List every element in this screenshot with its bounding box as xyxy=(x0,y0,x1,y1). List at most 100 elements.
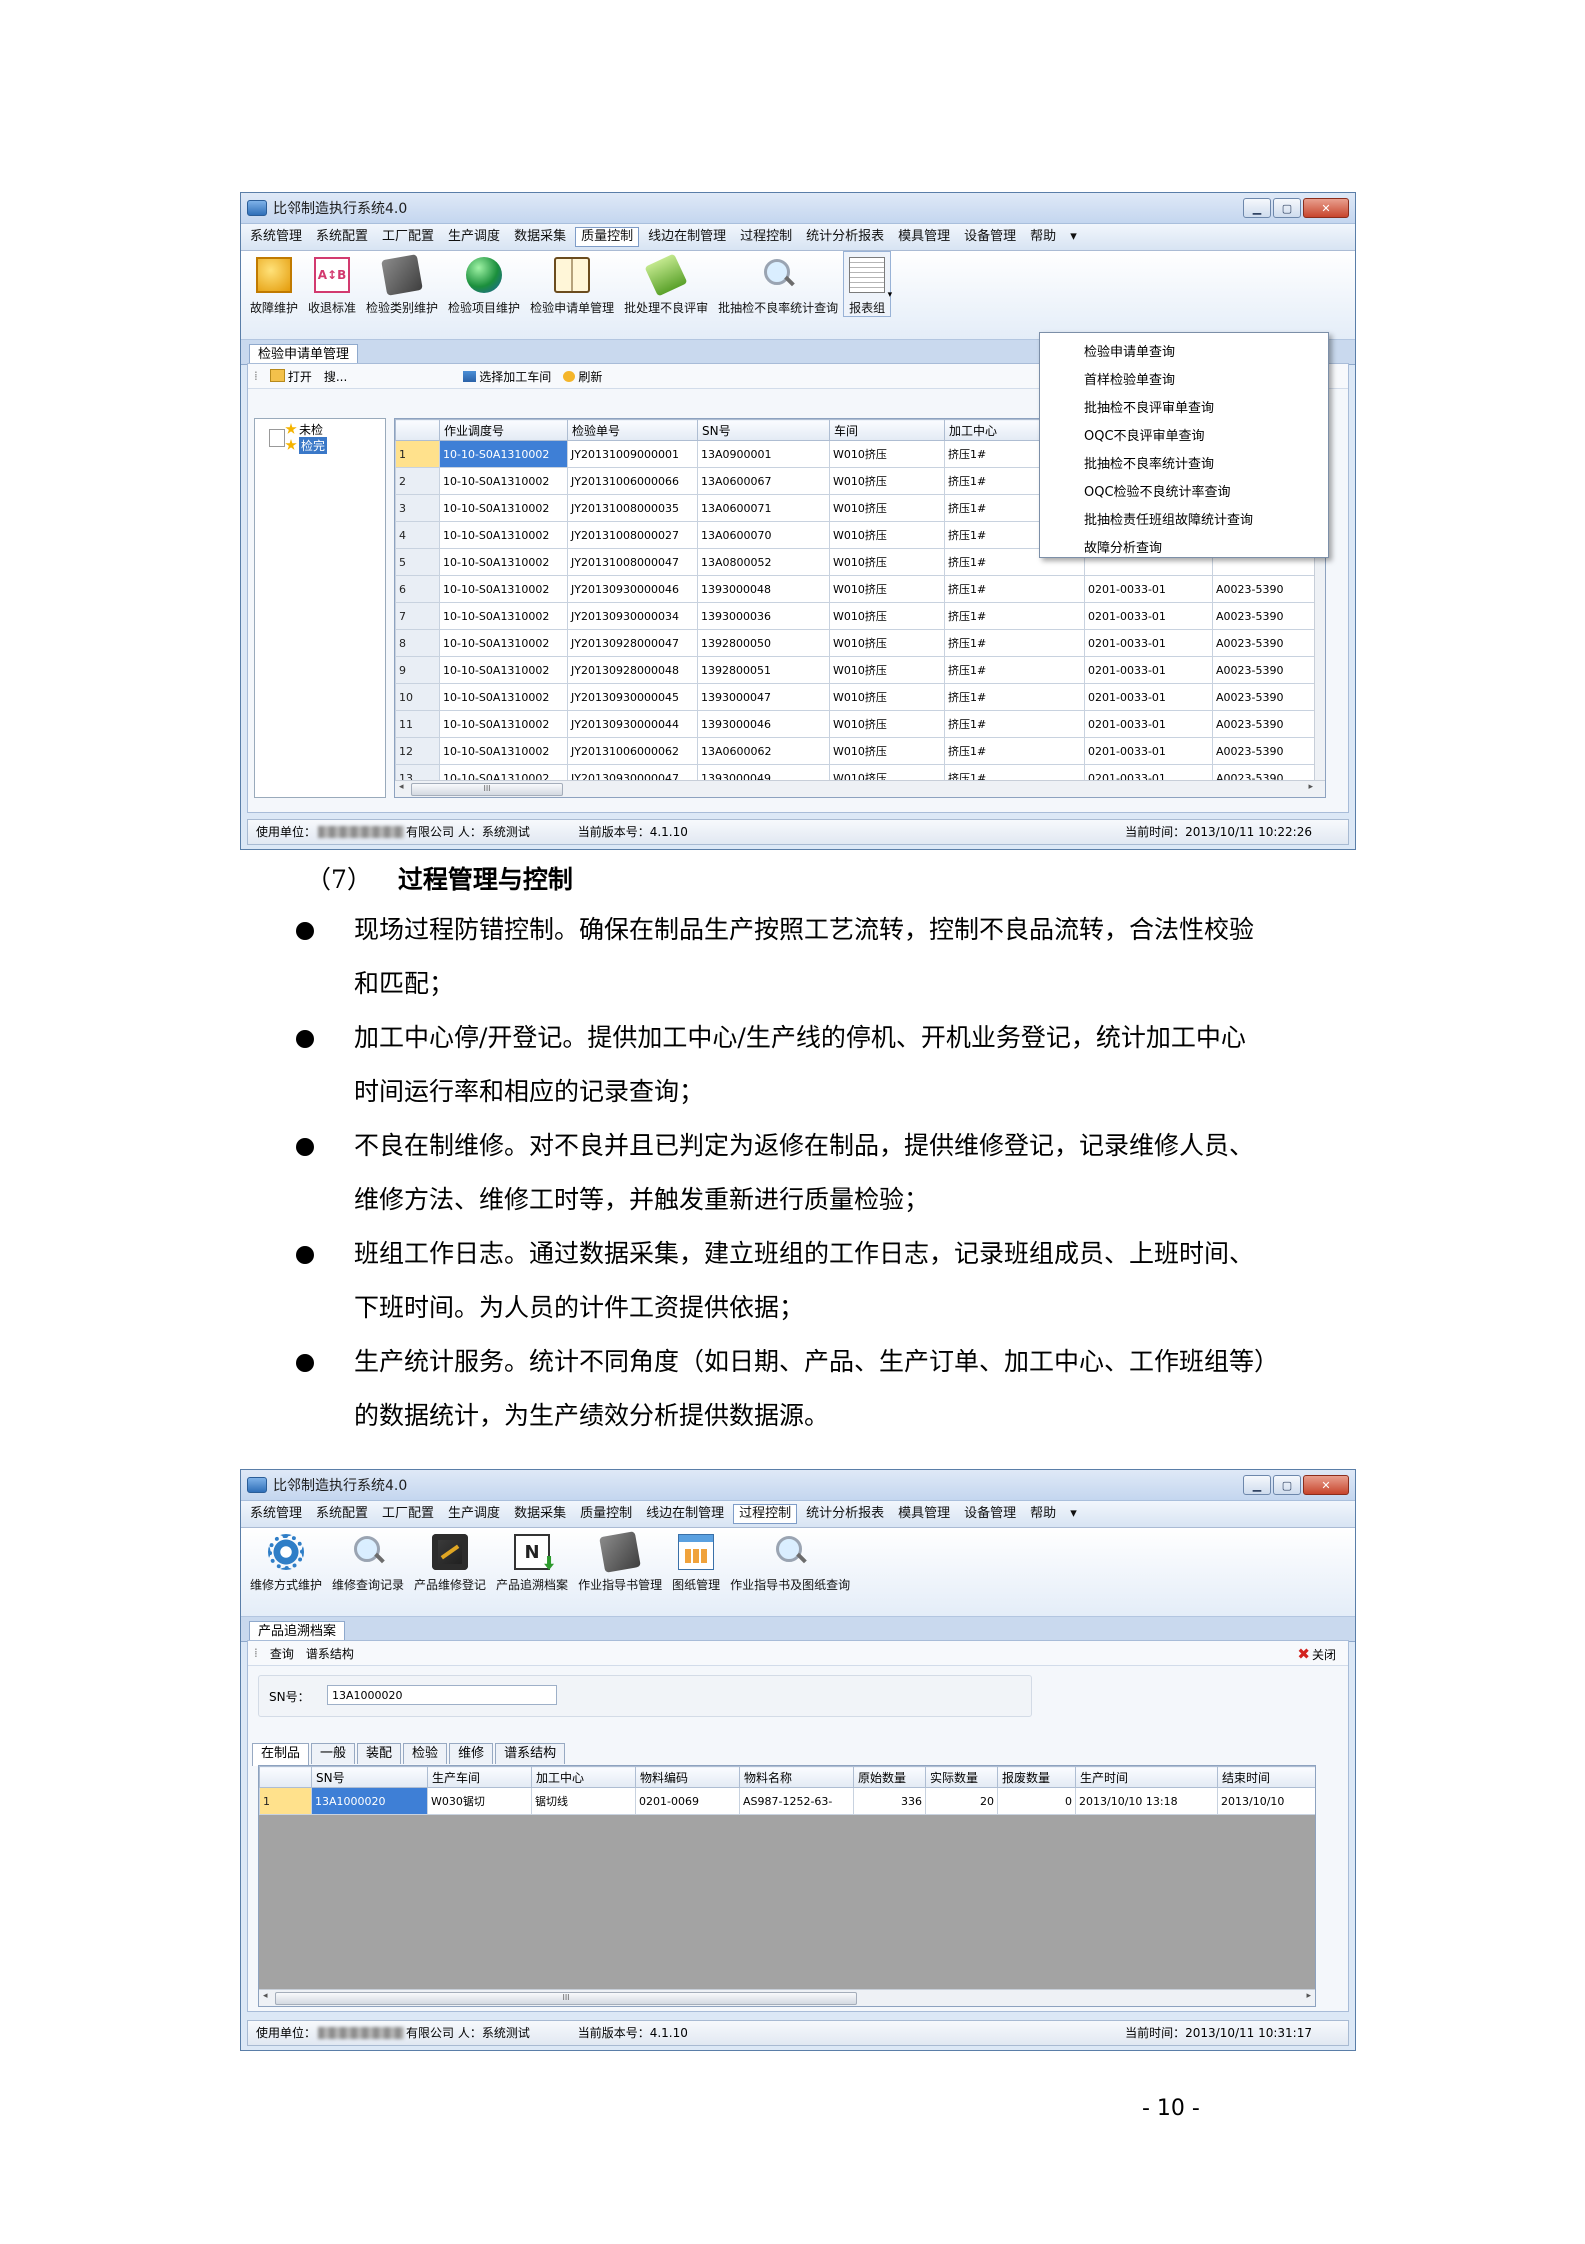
menu-item-5[interactable]: 质量控制 xyxy=(575,227,640,247)
toolbar-button-5[interactable]: 图纸管理 xyxy=(667,1528,725,1593)
close-window-button[interactable]: ✕ xyxy=(1303,198,1349,218)
column-header[interactable]: SN号 xyxy=(311,1766,428,1788)
menu-item-8[interactable]: 统计分析报表 xyxy=(801,227,889,247)
table-row[interactable]: 1 13A1000020 W030锯切 锯切线 0201-0069 AS987-1252-… xyxy=(259,1787,1315,1815)
column-header[interactable]: 实际数量 xyxy=(925,1766,998,1788)
refresh-button[interactable]: 刷新 xyxy=(563,368,602,385)
column-header[interactable]: 检验单号 xyxy=(567,419,698,441)
table-row[interactable]: 8 10-10-S0A1310002 JY20130928000047 1392800… xyxy=(395,629,1316,657)
menu-item-12[interactable]: ▾ xyxy=(1065,1504,1082,1524)
table-row[interactable]: 12 10-10-S0A1310002 JY20131006000062 13A060… xyxy=(395,737,1316,765)
table-row[interactable]: 11 10-10-S0A1310002 JY20130930000044 139300… xyxy=(395,710,1316,738)
menu-item-4[interactable]: 数据采集 xyxy=(509,227,571,247)
menu-item-7[interactable]: 过程控制 xyxy=(733,1504,798,1524)
detail-tab-3[interactable]: 检验 xyxy=(403,1743,448,1764)
table-row[interactable]: 9 10-10-S0A1310002 JY20130928000048 1392800… xyxy=(395,656,1316,684)
tab-product-trace[interactable]: 产品追溯档案 xyxy=(249,1621,346,1642)
menu-item-6[interactable]: 线边在制管理 xyxy=(641,1504,729,1524)
search-button[interactable]: 搜... xyxy=(324,368,347,385)
menu-item-11[interactable]: 帮助 xyxy=(1025,227,1061,247)
toolbar-button-5[interactable]: 批处理不良评审 xyxy=(619,251,713,316)
column-header[interactable]: 作业调度号 xyxy=(439,419,568,441)
column-header[interactable] xyxy=(259,1766,312,1788)
column-header[interactable]: 物料编码 xyxy=(635,1766,740,1788)
toolbar-button-2[interactable]: 检验类别维护 xyxy=(361,251,443,316)
menu-item-4[interactable]: 数据采集 xyxy=(509,1504,571,1524)
toolbar-button-3[interactable]: N 产品追溯档案 xyxy=(491,1528,573,1593)
table-row[interactable]: 7 10-10-S0A1310002 JY20130930000034 1393000… xyxy=(395,602,1316,630)
toolbar-button-0[interactable]: 故障维护 xyxy=(245,251,303,316)
menu-item-7[interactable]: 过程控制 xyxy=(735,227,797,247)
menu-item-9[interactable]: 模具管理 xyxy=(893,1504,955,1524)
menu-item-2[interactable]: 工厂配置 xyxy=(377,227,439,247)
menu-item-8[interactable]: 统计分析报表 xyxy=(801,1504,889,1524)
close-window-button[interactable]: ✕ xyxy=(1303,1475,1349,1495)
dropdown-item-1[interactable]: 首样检验单查询 xyxy=(1084,367,1175,395)
column-header[interactable]: 物料名称 xyxy=(739,1766,854,1788)
menu-item-9[interactable]: 模具管理 xyxy=(893,227,955,247)
toolbar-button-1[interactable]: A↕B 收退标准 xyxy=(303,251,361,316)
menu-item-0[interactable]: 系统管理 xyxy=(245,1504,307,1524)
horizontal-scrollbar[interactable]: ◂ III ▸ xyxy=(259,1989,1315,2006)
select-workshop-button[interactable]: 选择加工车间 xyxy=(463,368,551,385)
menu-item-6[interactable]: 线边在制管理 xyxy=(643,227,731,247)
open-button[interactable]: 打开 xyxy=(269,368,312,385)
table-row[interactable]: 6 10-10-S0A1310002 JY20130930000046 1393000… xyxy=(395,575,1316,603)
dropdown-item-6[interactable]: 批抽检责任班组故障统计查询 xyxy=(1084,507,1253,535)
tree-node-checked[interactable]: 检完 xyxy=(299,437,328,454)
column-header[interactable] xyxy=(395,419,440,441)
detail-tab-2[interactable]: 装配 xyxy=(357,1743,402,1764)
table-row[interactable]: 10 10-10-S0A1310002 JY20130930000045 139300… xyxy=(395,683,1316,711)
tab-inspection-request[interactable]: 检验申请单管理 xyxy=(249,344,359,365)
dropdown-item-2[interactable]: 批抽检不良评审单查询 xyxy=(1084,395,1214,423)
menu-item-3[interactable]: 生产调度 xyxy=(443,227,505,247)
scroll-thumb[interactable]: III xyxy=(275,1992,857,2005)
menu-item-0[interactable]: 系统管理 xyxy=(245,227,307,247)
column-header[interactable]: 生产时间 xyxy=(1075,1766,1218,1788)
menu-item-12[interactable]: ▾ xyxy=(1065,227,1082,247)
dropdown-item-0[interactable]: 检验申请单查询 xyxy=(1084,339,1175,367)
menu-item-1[interactable]: 系统配置 xyxy=(311,1504,373,1524)
column-header[interactable]: 报废数量 xyxy=(997,1766,1076,1788)
detail-tab-5[interactable]: 谱系结构 xyxy=(495,1743,566,1764)
dropdown-item-4[interactable]: 批抽检不良率统计查询 xyxy=(1084,451,1214,479)
minimize-button[interactable]: ▁ xyxy=(1243,1475,1271,1495)
scroll-thumb[interactable]: III xyxy=(411,783,563,796)
toolbar-button-2[interactable]: 产品维修登记 xyxy=(409,1528,491,1593)
menu-item-5[interactable]: 质量控制 xyxy=(575,1504,637,1524)
toolbar-button-0[interactable]: 维修方式维护 xyxy=(245,1528,327,1593)
sn-input[interactable]: 13A1000020 xyxy=(327,1685,557,1705)
menu-item-11[interactable]: 帮助 xyxy=(1025,1504,1061,1524)
dropdown-item-5[interactable]: OQC检验不良统计率查询 xyxy=(1084,479,1231,507)
menu-item-3[interactable]: 生产调度 xyxy=(443,1504,505,1524)
toolbar-button-4[interactable]: 作业指导书管理 xyxy=(573,1528,667,1593)
pedigree-button[interactable]: 谱系结构 xyxy=(306,1645,354,1662)
menu-item-10[interactable]: 设备管理 xyxy=(959,1504,1021,1524)
dropdown-item-3[interactable]: OQC不良评审单查询 xyxy=(1084,423,1205,451)
menu-item-2[interactable]: 工厂配置 xyxy=(377,1504,439,1524)
column-header[interactable]: 结束时间 xyxy=(1217,1766,1315,1788)
query-button[interactable]: 查询 xyxy=(270,1645,294,1662)
detail-tab-4[interactable]: 维修 xyxy=(449,1743,494,1764)
toolbar-button-4[interactable]: 检验申请单管理 xyxy=(525,251,619,316)
toolbar-button-1[interactable]: 维修查询记录 xyxy=(327,1528,409,1593)
column-header[interactable]: 车间 xyxy=(829,419,945,441)
detail-tab-0[interactable]: 在制品 xyxy=(252,1743,310,1766)
horizontal-scrollbar[interactable]: ◂ III ▸ xyxy=(395,780,1325,797)
maximize-button[interactable]: ▢ xyxy=(1273,198,1301,218)
close-panel-button[interactable]: ✖ 关闭 xyxy=(1297,1645,1336,1663)
column-header[interactable]: 原始数量 xyxy=(853,1766,926,1788)
tree-node-unchecked[interactable]: 未检 xyxy=(299,421,323,438)
dropdown-item-7[interactable]: 故障分析查询 xyxy=(1084,535,1162,563)
toolbar-button-6[interactable]: 作业指导书及图纸查询 xyxy=(725,1528,855,1593)
minimize-button[interactable]: ▁ xyxy=(1243,198,1271,218)
toolbar-button-3[interactable]: 检验项目维护 xyxy=(443,251,525,316)
toolbar-button-6[interactable]: 批抽检不良率统计查询 xyxy=(713,251,843,316)
toolbar-button-7[interactable]: 报表组 ▾ xyxy=(843,251,892,317)
column-header[interactable]: SN号 xyxy=(697,419,830,441)
column-header[interactable]: 加工中心 xyxy=(531,1766,636,1788)
detail-tab-1[interactable]: 一般 xyxy=(311,1743,356,1764)
column-header[interactable]: 生产车间 xyxy=(427,1766,532,1788)
maximize-button[interactable]: ▢ xyxy=(1273,1475,1301,1495)
menu-item-1[interactable]: 系统配置 xyxy=(311,227,373,247)
